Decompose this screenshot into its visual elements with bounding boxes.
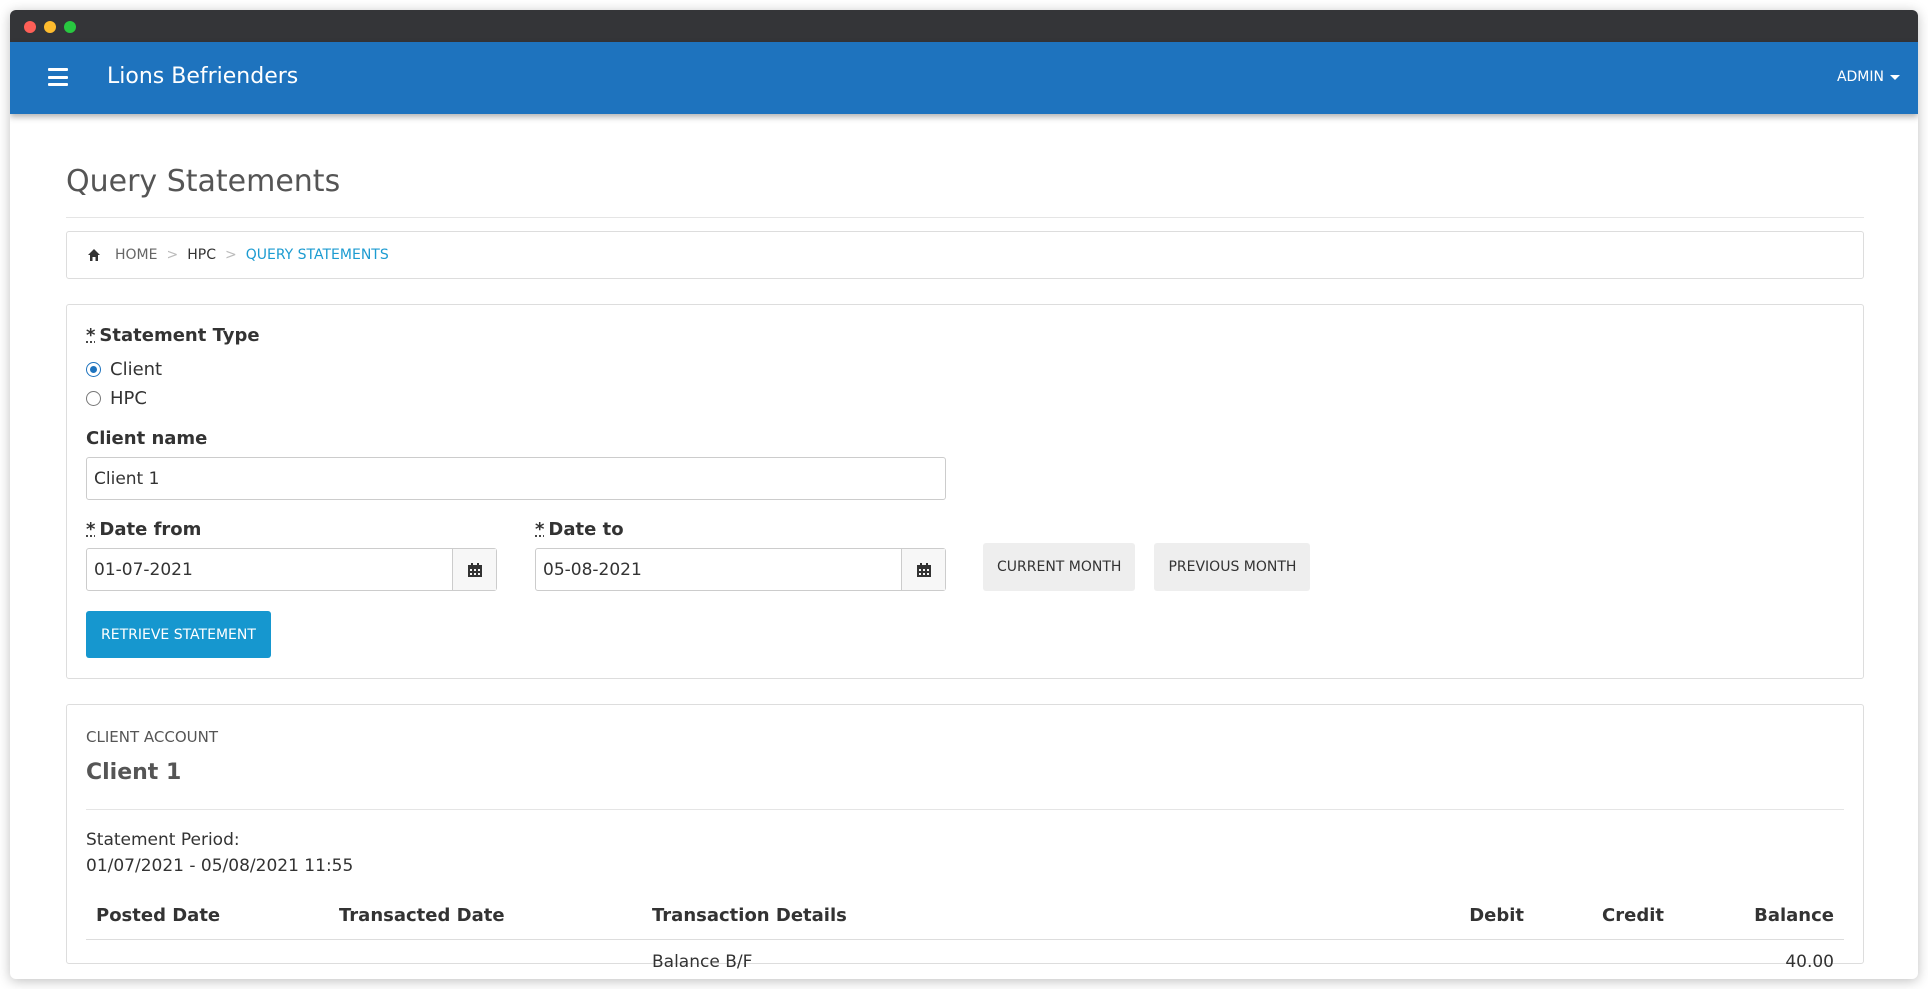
breadcrumb-hpc[interactable]: HPC (187, 247, 216, 263)
column-header-credit[interactable]: Credit (1534, 905, 1674, 940)
column-header-debit[interactable]: Debit (1414, 905, 1534, 940)
statement-period-value: 01/07/2021 - 05/08/2021 11:55 (86, 856, 354, 876)
date-from-group: * Date from 01-07-2021 (86, 519, 497, 591)
retrieve-statement-button[interactable]: RETRIEVE STATEMENT (86, 611, 271, 658)
statement-period-label: Statement Period: (86, 830, 240, 850)
date-to-input[interactable]: 05-08-2021 (536, 549, 902, 590)
top-navbar: Lions Befrienders ADMIN (10, 42, 1918, 114)
required-marker: * (86, 325, 96, 346)
cell-transacted-date (329, 940, 642, 980)
radio-client[interactable] (86, 362, 101, 377)
date-to-calendar-button[interactable] (902, 549, 945, 590)
breadcrumb-home[interactable]: HOME (115, 247, 157, 263)
minimize-window-icon[interactable] (44, 21, 56, 33)
breadcrumb-separator: > (166, 247, 179, 263)
main-content: Query Statements HOME > HPC > QUERY STAT… (66, 114, 1864, 972)
home-icon[interactable] (87, 248, 101, 262)
browser-window: Lions Befrienders ADMIN Query Statements… (10, 10, 1918, 979)
radio-hpc-label: HPC (110, 388, 147, 409)
client-name-input[interactable]: Client 1 (86, 457, 946, 500)
radio-hpc[interactable] (86, 391, 101, 406)
cell-posted-date (86, 940, 329, 980)
date-from-label: * Date from (86, 519, 202, 540)
date-from-input[interactable]: 01-07-2021 (87, 549, 453, 590)
maximize-window-icon[interactable] (64, 21, 76, 33)
radio-client-label: Client (110, 359, 163, 380)
cell-balance: 40.00 (1785, 952, 1834, 972)
breadcrumb-query-statements[interactable]: QUERY STATEMENTS (246, 247, 389, 263)
table-row: Balance B/F 40.00 (86, 940, 1844, 980)
statement-type-label: * Statement Type (86, 325, 260, 346)
column-header-transacted-date[interactable]: Transacted Date (329, 905, 642, 940)
close-window-icon[interactable] (24, 21, 36, 33)
previous-month-button[interactable]: PREVIOUS MONTH (1154, 543, 1311, 591)
hamburger-menu-icon[interactable] (48, 68, 68, 86)
date-from-calendar-button[interactable] (453, 549, 496, 590)
client-name-label: Client name (86, 428, 208, 449)
statement-panel: CLIENT ACCOUNT Client 1 Statement Period… (66, 704, 1864, 972)
calendar-icon (916, 562, 931, 577)
calendar-icon (467, 562, 482, 577)
user-menu-label: ADMIN (1836, 69, 1884, 85)
date-to-label: * Date to (535, 519, 624, 540)
breadcrumb: HOME > HPC > QUERY STATEMENTS (66, 231, 1864, 279)
radio-option-hpc[interactable]: HPC (86, 388, 1844, 409)
date-to-group: * Date to 05-08-2021 (535, 519, 946, 591)
user-menu-dropdown[interactable]: ADMIN (1837, 69, 1900, 85)
caret-down-icon (1890, 74, 1900, 80)
current-month-button[interactable]: CURRENT MONTH (983, 543, 1136, 591)
statement-table: Posted Date Transacted Date Transaction … (86, 905, 1844, 979)
radio-option-client[interactable]: Client (86, 359, 1844, 380)
column-header-balance[interactable]: Balance (1674, 905, 1844, 940)
date-to-field: 05-08-2021 (535, 548, 946, 591)
column-header-posted-date[interactable]: Posted Date (86, 905, 329, 940)
window-titlebar (10, 10, 1918, 42)
column-header-transaction-details[interactable]: Transaction Details (642, 905, 1414, 940)
account-type-label: CLIENT ACCOUNT (86, 728, 218, 746)
cell-debit (1414, 940, 1534, 980)
table-header-row: Posted Date Transacted Date Transaction … (86, 905, 1844, 940)
brand-title[interactable]: Lions Befrienders (107, 64, 298, 89)
cell-transaction-details: Balance B/F (652, 952, 753, 972)
query-form-panel: * Statement Type Client HPC Client name C… (66, 304, 1864, 679)
account-name: Client 1 (86, 760, 1844, 810)
cell-credit (1534, 940, 1674, 980)
page-title: Query Statements (66, 164, 1864, 218)
date-row: * Date from 01-07-2021 * Date to 05-08-2… (86, 519, 1844, 591)
breadcrumb-separator: > (224, 247, 237, 263)
date-from-field: 01-07-2021 (86, 548, 497, 591)
